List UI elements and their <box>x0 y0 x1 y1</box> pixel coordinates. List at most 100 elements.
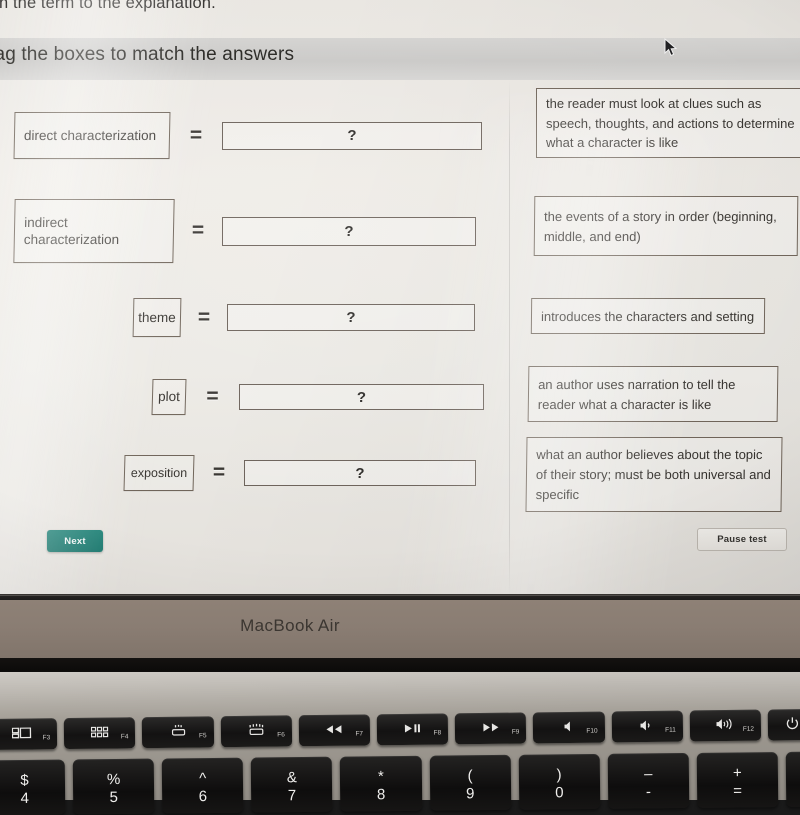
key-f11-volume-down[interactable]: F11 <box>611 710 683 743</box>
equals-sign-4: = <box>206 385 219 408</box>
key-upper-glyph: * <box>377 767 384 785</box>
key-label: F12 <box>742 725 755 733</box>
key-label: F11 <box>665 726 676 734</box>
key-f3-mission-control[interactable]: F3 <box>0 718 58 751</box>
key-delete-partial[interactable] <box>785 751 800 807</box>
explanation-card-4[interactable]: an author uses narration to tell the rea… <box>527 366 779 422</box>
key-lower-glyph: - <box>645 782 652 800</box>
term-label: exposition <box>130 466 188 480</box>
mute-icon <box>563 720 574 734</box>
match-row-1: direct characterization = ? <box>13 112 482 159</box>
key-lower-glyph: 0 <box>555 783 564 801</box>
content-divider <box>509 80 510 596</box>
term-label: plot <box>157 389 181 405</box>
key-6[interactable]: ^ 6 <box>161 757 244 814</box>
match-row-3: theme = ? <box>132 298 475 337</box>
key-4[interactable]: $ 4 <box>0 759 66 815</box>
term-box-plot[interactable]: plot <box>151 379 187 415</box>
drop-target-5[interactable]: ? <box>244 460 476 486</box>
explanation-card-2[interactable]: the events of a story in order (beginnin… <box>533 196 799 256</box>
key-f5-keyboard-brightness-down[interactable]: F5 <box>142 716 214 749</box>
pause-test-button[interactable]: Pause test <box>697 528 787 551</box>
key-f6-keyboard-brightness-up[interactable]: F6 <box>220 715 292 748</box>
key-lower-glyph: 7 <box>287 786 297 804</box>
drop-target-4[interactable]: ? <box>239 384 484 410</box>
mission-control-icon <box>11 726 31 741</box>
key-minus[interactable]: – - <box>607 752 690 809</box>
keyboard-brightness-down-icon <box>169 724 186 740</box>
next-button[interactable]: Next <box>47 530 103 552</box>
explanation-text: the reader must look at clues such as sp… <box>546 95 795 151</box>
key-upper-glyph: $ <box>20 771 29 789</box>
laptop-screen: tch the term to the explanation. rag the… <box>0 0 800 596</box>
match-row-2: indirect characterization = ? <box>13 199 476 263</box>
key-f12-volume-up[interactable]: F12 <box>689 709 762 742</box>
mouse-cursor-icon <box>664 37 678 58</box>
key-upper-glyph: ) <box>556 765 562 783</box>
key-upper-glyph: – <box>643 764 653 782</box>
key-f10-mute[interactable]: F10 <box>533 711 605 744</box>
key-f7-rewind[interactable]: F7 <box>298 714 371 747</box>
key-upper-glyph: & <box>286 768 297 786</box>
instruction-text: tch the term to the explanation. <box>0 0 216 12</box>
key-lower-glyph: = <box>733 781 743 800</box>
key-lower-glyph: 6 <box>198 787 208 805</box>
launchpad-icon <box>90 726 109 740</box>
drop-target-3[interactable]: ? <box>227 304 475 331</box>
match-row-4: plot = ? <box>151 379 484 415</box>
key-upper-glyph: ^ <box>199 769 207 787</box>
key-label: F7 <box>355 730 364 738</box>
key-lower-glyph: 4 <box>20 789 29 807</box>
key-9[interactable]: ( 9 <box>429 754 511 811</box>
equals-sign-1: = <box>189 123 203 147</box>
key-label: F6 <box>277 731 285 739</box>
term-box-indirect-characterization[interactable]: indirect characterization <box>13 199 175 263</box>
rewind-icon <box>325 724 343 736</box>
explanation-text: what an author believes about the topic … <box>535 447 771 502</box>
key-7[interactable]: & 7 <box>251 756 333 813</box>
drop-placeholder: ? <box>355 464 365 482</box>
fast-forward-icon <box>482 722 500 734</box>
key-label: F5 <box>198 732 207 740</box>
key-8[interactable]: * 8 <box>340 755 422 812</box>
pause-button-label: Pause test <box>717 534 767 545</box>
term-label: theme <box>138 309 176 325</box>
key-f9-fast-forward[interactable]: F9 <box>454 712 527 745</box>
screenshot-root: tch the term to the explanation. rag the… <box>0 0 800 815</box>
volume-up-icon <box>716 718 734 733</box>
explanation-card-5[interactable]: what an author believes about the topic … <box>525 437 783 512</box>
key-label: F10 <box>586 727 598 735</box>
key-label: F9 <box>511 728 520 736</box>
power-icon <box>785 716 798 733</box>
key-lower-glyph: 9 <box>465 784 475 802</box>
key-label: F3 <box>42 734 51 742</box>
drop-target-1[interactable]: ? <box>222 121 482 150</box>
term-label: direct characterization <box>23 127 157 143</box>
key-label: F4 <box>120 733 129 741</box>
match-row-5: exposition = ? <box>123 455 476 491</box>
explanation-text: introduces the characters and setting <box>540 308 755 324</box>
number-key-row: $ 4 % 5 ^ 6 & 7 * 8 ( 9 ) 0 – - + = <box>0 751 800 815</box>
drop-target-2[interactable]: ? <box>222 216 476 246</box>
key-power[interactable] <box>767 708 800 741</box>
term-box-theme[interactable]: theme <box>132 298 182 337</box>
explanation-text: an author uses narration to tell the rea… <box>537 376 736 412</box>
key-5[interactable]: % 5 <box>72 758 155 815</box>
volume-down-icon <box>640 719 654 733</box>
drop-placeholder: ? <box>344 222 354 240</box>
macbook-air-label: MacBook Air <box>240 616 340 635</box>
key-f4-launchpad[interactable]: F4 <box>63 717 136 750</box>
screen-glare-right <box>395 104 725 596</box>
key-label: F8 <box>433 729 442 737</box>
drop-placeholder: ? <box>346 309 356 326</box>
explanation-card-3[interactable]: introduces the characters and setting <box>530 298 766 334</box>
keyboard-brightness-up-icon <box>247 723 266 739</box>
key-f8-play-pause[interactable]: F8 <box>376 713 449 746</box>
term-label: indirect characterization <box>23 214 120 247</box>
explanation-card-1[interactable]: the reader must look at clues such as sp… <box>536 88 800 158</box>
equals-sign-5: = <box>212 461 226 484</box>
term-box-exposition[interactable]: exposition <box>123 455 195 491</box>
drag-instruction-title: rag the boxes to match the answers <box>0 44 295 65</box>
term-box-direct-characterization[interactable]: direct characterization <box>13 112 171 159</box>
key-0[interactable]: ) 0 <box>518 753 601 810</box>
